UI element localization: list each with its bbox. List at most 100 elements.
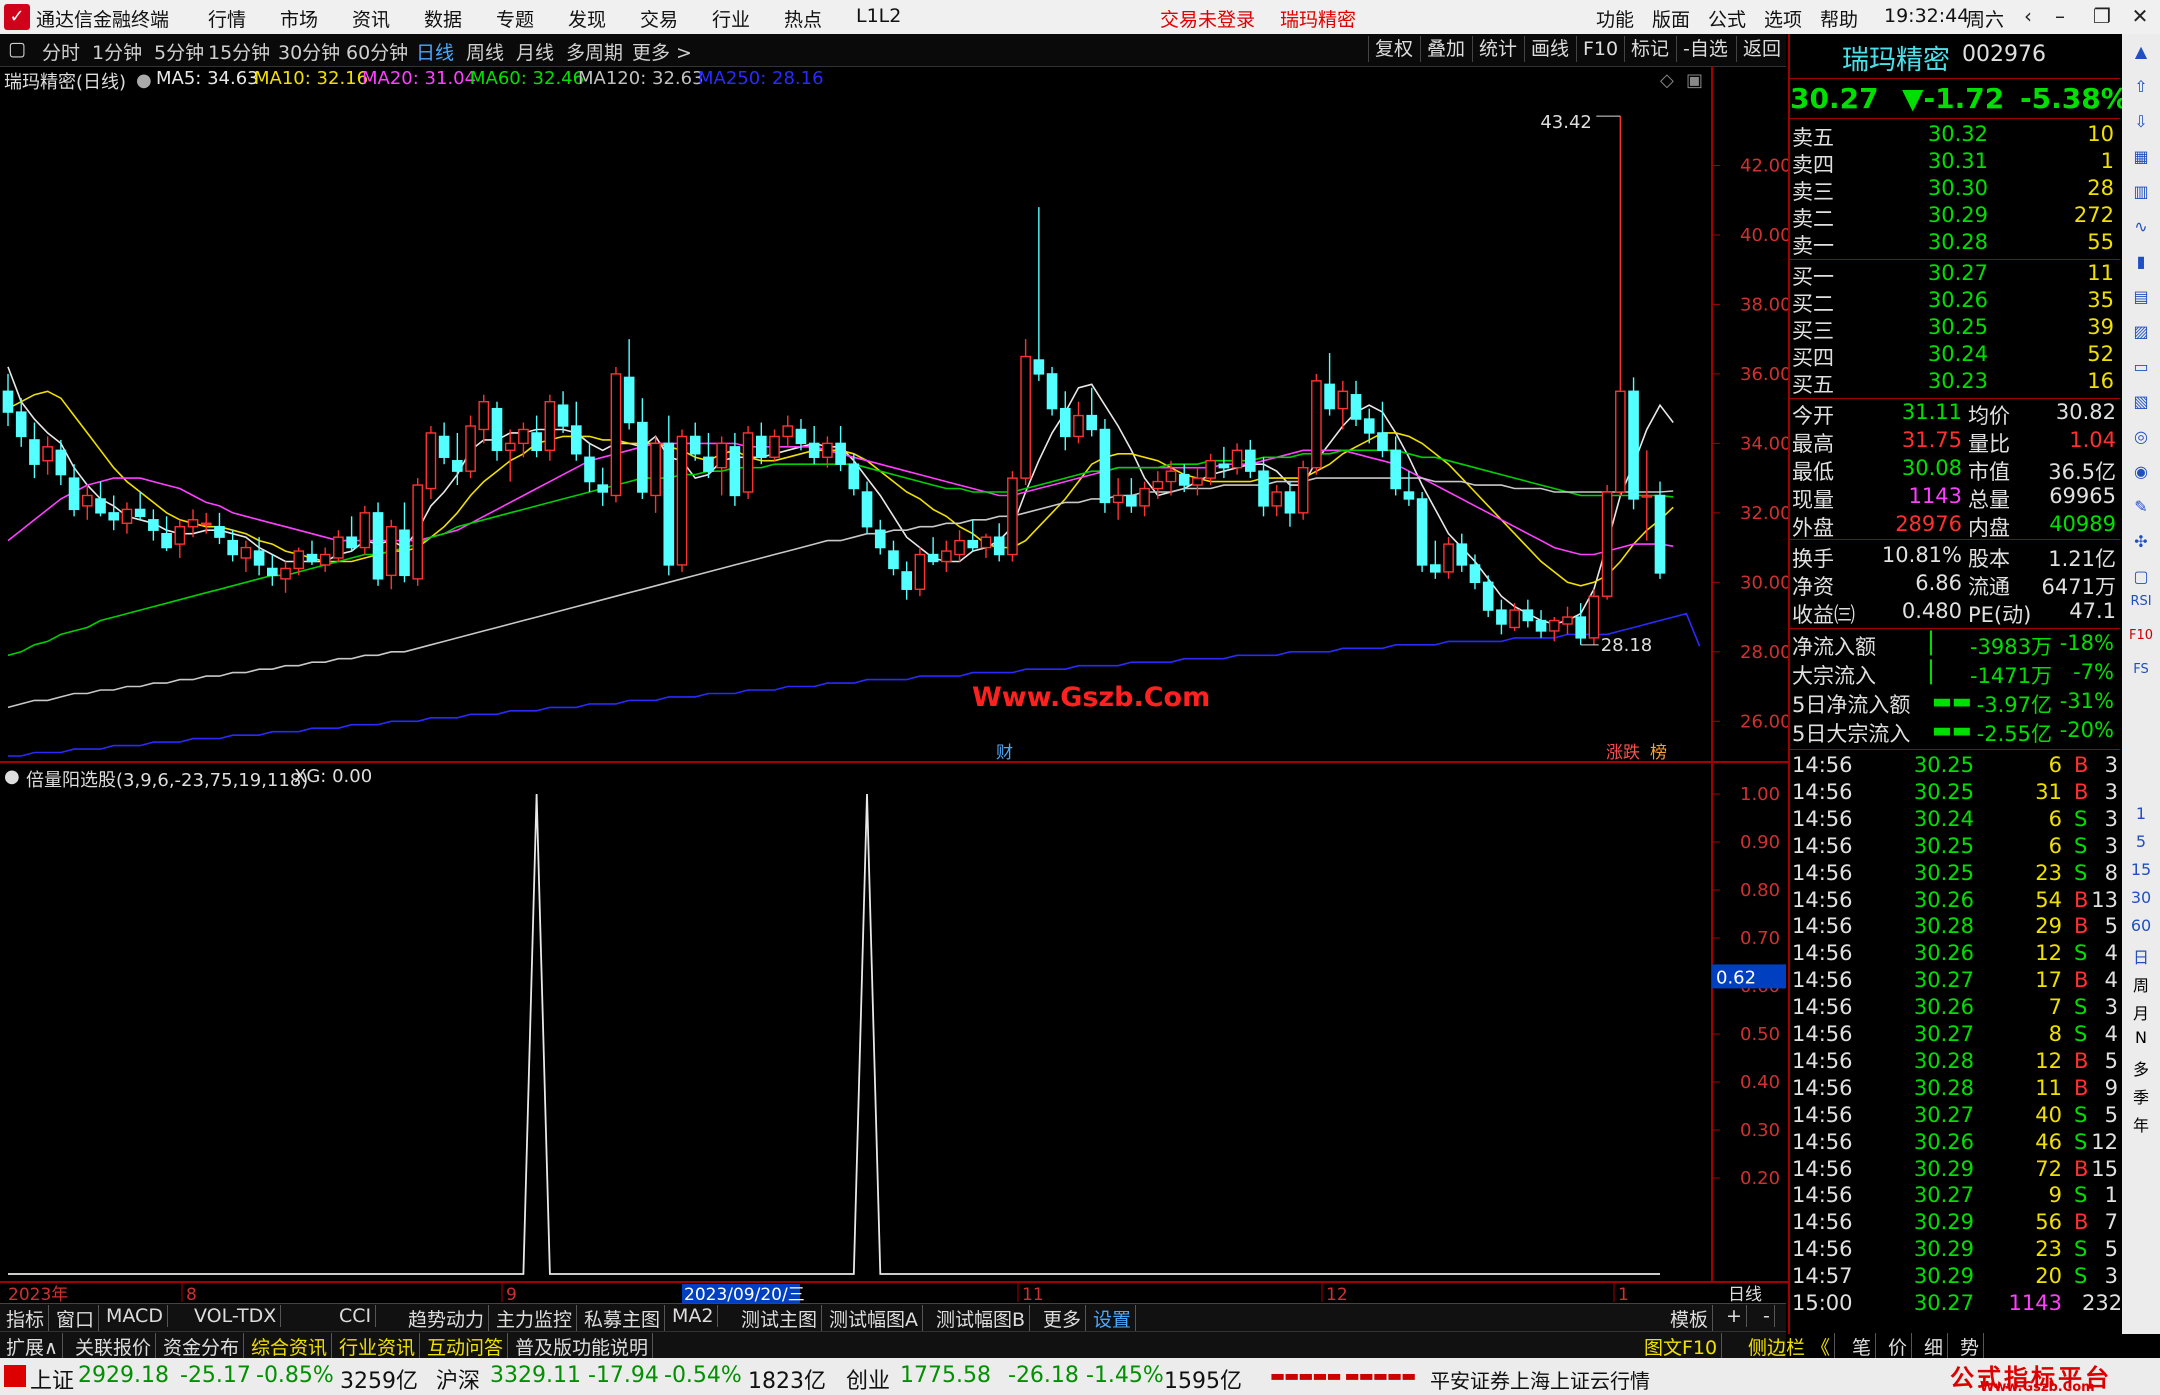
btn-adjust[interactable]: 复权 xyxy=(1368,36,1419,62)
side-tool-icon[interactable]: ▢ xyxy=(2126,567,2156,586)
index-cy-label[interactable]: 创业 xyxy=(846,1363,890,1395)
menu-item-function[interactable]: 功能 xyxy=(1596,5,1634,32)
side-period-3[interactable]: 30 xyxy=(2126,888,2156,907)
back-arrow-icon[interactable]: ‹ xyxy=(2012,4,2044,30)
period-multi[interactable]: 多周期 xyxy=(566,38,623,65)
side-period-6[interactable]: 周 xyxy=(2126,972,2156,996)
menu-item-help[interactable]: 帮助 xyxy=(1820,5,1858,32)
period-weekly[interactable]: 周线 xyxy=(466,38,504,65)
period-monthly[interactable]: 月线 xyxy=(516,38,554,65)
index-sh-label[interactable]: 上证 xyxy=(30,1363,74,1395)
tabs2-tab-5[interactable]: 互动问答 xyxy=(423,1333,509,1360)
tabs2-tab-3[interactable]: 综合资讯 xyxy=(247,1333,333,1360)
btn-return[interactable]: 返回 xyxy=(1736,36,1787,62)
tabs2-tab-0[interactable]: 扩展∧ xyxy=(2,1333,63,1360)
side-tool-icon[interactable]: ◎ xyxy=(2126,427,2156,446)
tabs1-tab-12[interactable]: 更多 xyxy=(1039,1305,1087,1332)
menu-item-topics[interactable]: 专题 xyxy=(496,5,534,32)
side-period-11[interactable]: 年 xyxy=(2126,1112,2156,1136)
side-period-7[interactable]: 月 xyxy=(2126,1000,2156,1024)
side-tool-icon[interactable]: ▥ xyxy=(2126,182,2156,201)
period-1min[interactable]: 1分钟 xyxy=(92,38,142,65)
side-tool-icon[interactable]: ✎ xyxy=(2126,497,2156,516)
tabs1-tab-13[interactable]: 设置 xyxy=(1089,1305,1137,1332)
side-tool-icon[interactable]: ⇩ xyxy=(2126,112,2156,131)
minimize-icon[interactable]: – xyxy=(2044,4,2076,30)
side-period-10[interactable]: 季 xyxy=(2126,1084,2156,1108)
side-period-1[interactable]: 5 xyxy=(2126,832,2156,851)
tabs2-right-4[interactable]: 细 xyxy=(1920,1333,1949,1360)
btn-mark[interactable]: 标记 xyxy=(1624,36,1675,62)
server-name[interactable]: 平安证券上海上证云行情 xyxy=(1430,1365,1650,1394)
period-60min[interactable]: 60分钟 xyxy=(346,38,408,65)
side-tool-icon[interactable]: ▲ xyxy=(2126,42,2156,61)
period-30min[interactable]: 30分钟 xyxy=(278,38,340,65)
index-sz-label[interactable]: 沪深 xyxy=(436,1363,480,1395)
tabs1-tab-7[interactable]: 私募主图 xyxy=(580,1305,666,1332)
side-tool-icon[interactable]: ▭ xyxy=(2126,357,2156,376)
chart-svg[interactable]: 42.00 40.00 38.00 36.00 34.00 32.00 30.00 28.00… xyxy=(0,66,1788,1303)
tabs2-right-3[interactable]: 价 xyxy=(1884,1333,1913,1360)
tabs1-tab-1[interactable]: 窗口 xyxy=(52,1305,100,1332)
tabs2-tab-2[interactable]: 资金分布 xyxy=(159,1333,245,1360)
period-15min[interactable]: 15分钟 xyxy=(208,38,270,65)
side-period-4[interactable]: 60 xyxy=(2126,916,2156,935)
side-tool-icon[interactable]: ∿ xyxy=(2126,217,2156,236)
tabs1-tab-5[interactable]: 趋势动力 xyxy=(404,1305,490,1332)
period-daily[interactable]: 日线 xyxy=(416,38,454,65)
tabs1-right-0[interactable]: 模板 xyxy=(1666,1305,1714,1332)
side-tool-icon[interactable]: ✣ xyxy=(2126,532,2156,551)
tabs2-right-0[interactable]: 图文F10 xyxy=(1640,1333,1723,1360)
side-period-8[interactable]: N xyxy=(2126,1028,2156,1047)
btn-watchlist[interactable]: -自选 xyxy=(1676,36,1734,62)
side-tool-icon[interactable]: ⇧ xyxy=(2126,77,2156,96)
side-tool-icon[interactable]: ▨ xyxy=(2126,322,2156,341)
tabs1-tab-10[interactable]: 测试幅图A xyxy=(825,1305,923,1332)
tabs2-tab-1[interactable]: 关联报价 xyxy=(71,1333,157,1360)
tabs2-right-1[interactable]: 侧边栏 《 xyxy=(1744,1333,1836,1360)
btn-overlay[interactable]: 叠加 xyxy=(1420,36,1471,62)
side-period-9[interactable]: 多 xyxy=(2126,1056,2156,1080)
tabs1-tab-3[interactable]: VOL-TDX xyxy=(190,1305,282,1327)
tabs1-right-1[interactable]: + xyxy=(1722,1305,1747,1327)
tabs1-right-2[interactable]: - xyxy=(1759,1305,1775,1327)
side-rsi-button[interactable]: RSI xyxy=(2126,594,2156,609)
indicator-toggle-icon[interactable]: ● xyxy=(4,766,20,787)
side-tool-icon[interactable]: ▤ xyxy=(2126,287,2156,306)
side-fs-button[interactable]: FS xyxy=(2126,662,2156,677)
tabs1-tab-0[interactable]: 指标 xyxy=(2,1305,50,1332)
menu-item-formula[interactable]: 公式 xyxy=(1708,5,1746,32)
tabs2-tab-6[interactable]: 普及版功能说明 xyxy=(511,1333,654,1360)
btn-f10[interactable]: F10 xyxy=(1576,36,1624,62)
side-tool-icon[interactable]: ▦ xyxy=(2126,147,2156,166)
side-period-5[interactable]: 日 xyxy=(2126,944,2156,968)
menu-item-data[interactable]: 数据 xyxy=(424,5,462,32)
side-period-0[interactable]: 1 xyxy=(2126,804,2156,823)
menu-item-hot[interactable]: 热点 xyxy=(784,5,822,32)
menu-item-options[interactable]: 选项 xyxy=(1764,5,1802,32)
restore-icon[interactable]: ❐ xyxy=(2086,4,2118,30)
tabs1-tab-11[interactable]: 测试幅图B xyxy=(932,1305,1031,1332)
menu-item-quotes[interactable]: 行情 xyxy=(208,5,246,32)
tabs2-right-2[interactable]: 笔 xyxy=(1848,1333,1877,1360)
menu-item-trade[interactable]: 交易 xyxy=(640,5,678,32)
close-icon[interactable]: ✕ xyxy=(2124,4,2156,30)
period-5min[interactable]: 5分钟 xyxy=(154,38,204,65)
tabs2-right-5[interactable]: 势 xyxy=(1956,1333,1985,1360)
tabs1-tab-8[interactable]: MA2 xyxy=(668,1305,719,1327)
side-period-2[interactable]: 15 xyxy=(2126,860,2156,879)
trade-login-status[interactable]: 交易未登录 xyxy=(1160,5,1255,32)
menu-item-l1l2[interactable]: L1L2 xyxy=(856,5,901,27)
period-intraday[interactable]: 分时 xyxy=(42,38,80,65)
tabs1-tab-2[interactable]: MACD xyxy=(102,1305,168,1327)
menu-item-industry[interactable]: 行业 xyxy=(712,5,750,32)
period-more[interactable]: 更多 > xyxy=(632,38,692,65)
btn-draw[interactable]: 画线 xyxy=(1524,36,1575,62)
menu-item-layout[interactable]: 版面 xyxy=(1652,5,1690,32)
side-tool-icon[interactable]: ▮ xyxy=(2126,252,2156,271)
tabs1-tab-4[interactable]: CCI xyxy=(335,1305,377,1327)
menu-item-news[interactable]: 资讯 xyxy=(352,5,390,32)
tabs2-tab-4[interactable]: 行业资讯 xyxy=(335,1333,421,1360)
btn-stats[interactable]: 统计 xyxy=(1472,36,1523,62)
side-f10-button[interactable]: F10 xyxy=(2126,628,2156,643)
